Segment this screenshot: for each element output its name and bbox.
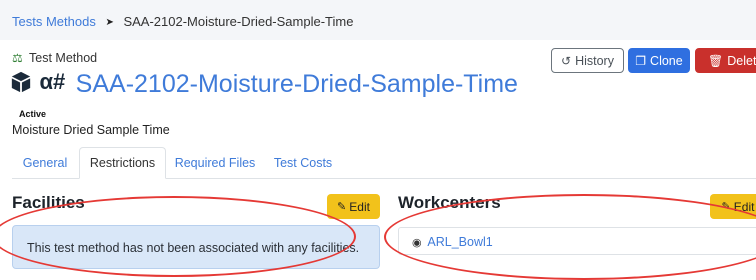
subtitle-label: Test Method [29, 51, 98, 65]
history-button[interactable]: ↺ History [551, 48, 624, 73]
breadcrumb-bar: Tests Methods ➤ SAA-2102-Moisture-Dried-… [0, 0, 756, 40]
breadcrumb-link-tests-methods[interactable]: Tests Methods [12, 14, 96, 29]
workcenters-heading: Workcenters [398, 193, 501, 212]
page-title: α# SAA-2102-Moisture-Dried-Sample-Time [10, 68, 518, 104]
facilities-heading: Facilities [12, 193, 85, 212]
radio-selected-icon: ◉ [412, 237, 422, 249]
copy-icon: ❐ [635, 53, 647, 68]
workcenters-list: ◉ ARL_Bowl1 [398, 227, 756, 255]
title-text: SAA-2102-Moisture-Dried-Sample-Time [75, 70, 518, 98]
edit-label: Edit [733, 199, 755, 214]
page-subtitle: ⚖ Test Method [12, 51, 97, 65]
history-icon: ↺ [561, 53, 572, 68]
tab-test-costs[interactable]: Test Costs [264, 147, 342, 178]
pencil-icon: ✎ [721, 201, 731, 213]
edit-label: Edit [349, 199, 370, 214]
trash-icon: 🗑 [708, 53, 724, 68]
facilities-edit-button[interactable]: ✎ Edit [327, 194, 380, 219]
delete-label: Delete [727, 53, 756, 68]
breadcrumb: Tests Methods ➤ SAA-2102-Moisture-Dried-… [12, 14, 353, 29]
tab-bar: General Restrictions Required Files Test… [12, 147, 756, 179]
history-label: History [575, 53, 614, 68]
alpha-hash-icon: α# [39, 68, 66, 94]
description: Moisture Dried Sample Time [12, 123, 170, 137]
workcenter-link[interactable]: ARL_Bowl1 [427, 235, 492, 249]
facilities-empty-alert: This test method has not been associated… [12, 225, 380, 269]
tab-required-files[interactable]: Required Files [167, 147, 263, 178]
clone-button[interactable]: ❐ Clone [628, 48, 690, 73]
workcenters-edit-button[interactable]: ✎ Edit [710, 194, 756, 219]
tab-general[interactable]: General [12, 147, 78, 178]
breadcrumb-current: SAA-2102-Moisture-Dried-Sample-Time [123, 14, 354, 29]
tab-restrictions[interactable]: Restrictions [79, 147, 166, 179]
cube-icon [11, 71, 31, 92]
pencil-icon: ✎ [337, 201, 347, 213]
delete-button[interactable]: 🗑 Delete [695, 48, 756, 73]
scale-icon: ⚖ [12, 51, 23, 65]
clone-label: Clone [650, 53, 683, 68]
status-badge: Active [19, 109, 47, 119]
chevron-right-icon: ➤ [105, 17, 114, 28]
